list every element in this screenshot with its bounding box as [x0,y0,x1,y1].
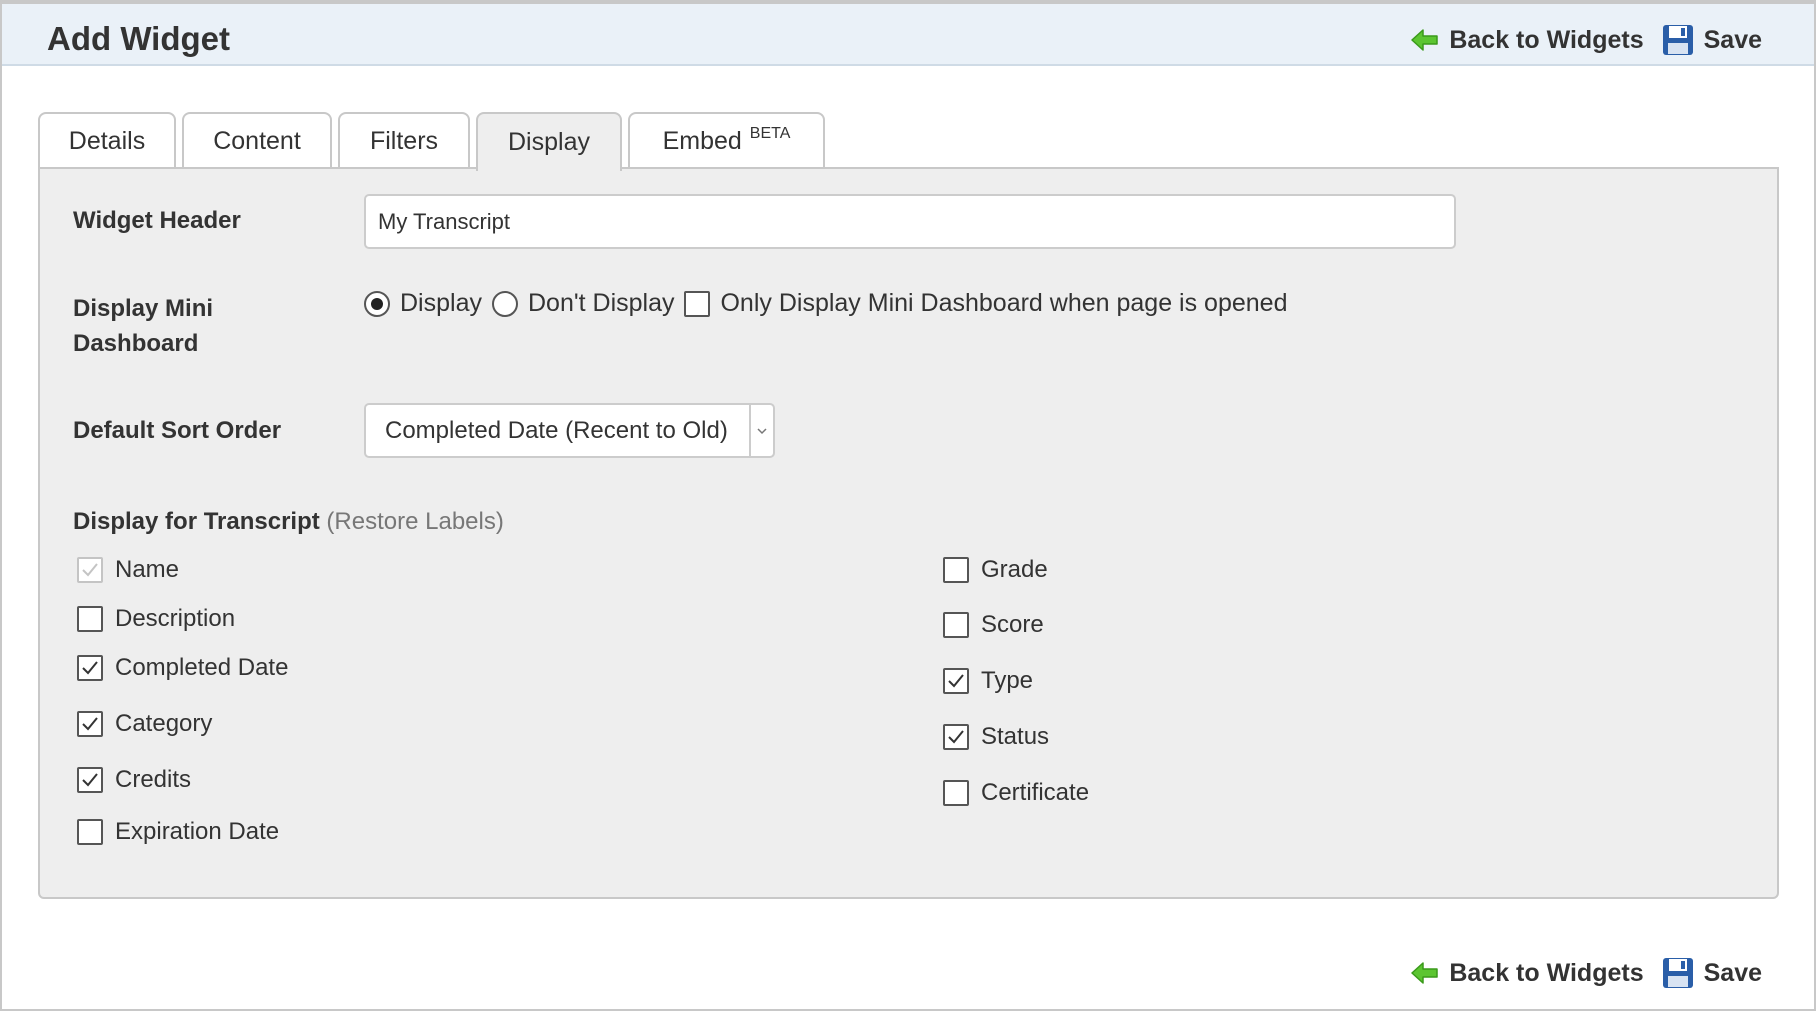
status-checkbox[interactable] [943,724,969,750]
display-radio[interactable] [364,290,390,317]
score-label: Score [981,611,1044,638]
credits-label: Credits [115,766,192,793]
status-label: Status [981,723,1050,750]
certificate-checkbox[interactable] [943,780,969,806]
tab-details-label: Details [68,127,146,155]
display-settings-panel: Widget Header Display Mini Dashboard Dis… [38,167,1779,899]
back-arrow-icon [1411,962,1439,984]
sort-order-select[interactable]: Completed Date (Recent to Old) [364,403,775,458]
mini-dashboard-label: Display Mini Dashboard [73,291,213,361]
transcript-label: Display for Transcript [73,508,320,535]
mini-dashboard-options: Display Don't Display Only Display Mini … [364,289,1287,318]
floppy-disk-icon [1662,25,1693,55]
expiration-date-label: Expiration Date [115,818,280,845]
tab-display[interactable]: Display [476,112,622,171]
transcript-section-title: Display for Transcript (Restore Labels) [73,508,504,535]
dont-display-radio-label: Don't Display [527,289,675,317]
description-label: Description [115,605,236,632]
mini-dashboard-label-line1: Display Mini [73,295,214,322]
score-checkbox[interactable] [943,612,969,638]
back-to-widgets-label-bottom: Back to Widgets [1449,958,1644,987]
checkmark-icon [82,773,98,787]
bottom-actions: Back to Widgets Save [1411,953,1762,993]
category-label: Category [115,710,213,737]
tab-details[interactable]: Details [38,112,176,169]
type-checkbox[interactable] [943,668,969,694]
name-checkbox [77,557,103,583]
save-label-bottom: Save [1703,958,1762,987]
floppy-disk-icon [1662,958,1693,988]
save-button[interactable]: Save [1662,24,1762,56]
tab-filters-label: Filters [369,127,439,155]
checkmark-icon [82,563,98,577]
certificate-label: Certificate [981,779,1090,806]
type-label: Type [981,667,1034,694]
back-to-widgets-label: Back to Widgets [1449,25,1644,54]
save-button-bottom[interactable]: Save [1662,957,1762,989]
grade-checkbox[interactable] [943,557,969,583]
column-option-grade: Grade [943,556,1048,584]
column-option-expiration-date: Expiration Date [77,818,279,846]
restore-labels-link[interactable]: Restore Labels [334,508,495,535]
checkmark-icon [948,674,964,688]
tab-bar: Details Content Filters Display Embed BET… [38,112,831,171]
display-radio-label: Display [400,289,482,317]
column-option-status: Status [943,723,1049,751]
completed-date-label: Completed Date [115,654,289,681]
completed-date-checkbox[interactable] [77,655,103,681]
column-option-name: Name [77,556,179,584]
column-option-certificate: Certificate [943,779,1089,807]
back-arrow-icon [1411,29,1439,51]
tab-embed[interactable]: Embed BETA [628,112,825,169]
back-to-widgets-link-bottom[interactable]: Back to Widgets [1411,958,1644,988]
column-option-credits: Credits [77,766,191,794]
tab-display-label: Display [508,128,590,156]
sort-order-label: Default Sort Order [73,417,282,444]
page-title: Add Widget [47,20,230,57]
mini-dashboard-label-line2: Dashboard [73,330,199,357]
chevron-down-icon [749,405,773,456]
column-option-score: Score [943,611,1044,639]
save-label: Save [1703,25,1762,54]
column-option-description: Description [77,605,235,633]
widget-header-label: Widget Header [73,207,241,234]
category-checkbox[interactable] [77,711,103,737]
beta-badge: BETA [749,124,791,142]
column-option-completed-date: Completed Date [77,654,288,682]
column-option-type: Type [943,667,1033,695]
only-when-opened-label: Only Display Mini Dashboard when page is… [720,289,1288,317]
checkmark-icon [948,730,964,744]
checkmark-icon [82,717,98,731]
column-option-category: Category [77,710,212,738]
grade-label: Grade [981,556,1048,583]
tab-content-label: Content [213,127,301,155]
top-actions: Back to Widgets Save [1411,20,1762,60]
expiration-date-checkbox[interactable] [77,819,103,845]
tab-filters[interactable]: Filters [338,112,470,169]
tab-embed-label: Embed [662,127,742,155]
name-label: Name [115,556,180,583]
only-when-opened-checkbox[interactable] [684,290,711,317]
dont-display-radio[interactable] [491,290,518,317]
description-checkbox[interactable] [77,606,103,632]
back-to-widgets-link[interactable]: Back to Widgets [1411,25,1644,55]
widget-header-input[interactable] [364,194,1456,249]
sort-order-value: Completed Date (Recent to Old) [385,416,728,444]
credits-checkbox[interactable] [77,767,103,793]
tab-content[interactable]: Content [182,112,332,169]
checkmark-icon [82,661,98,675]
